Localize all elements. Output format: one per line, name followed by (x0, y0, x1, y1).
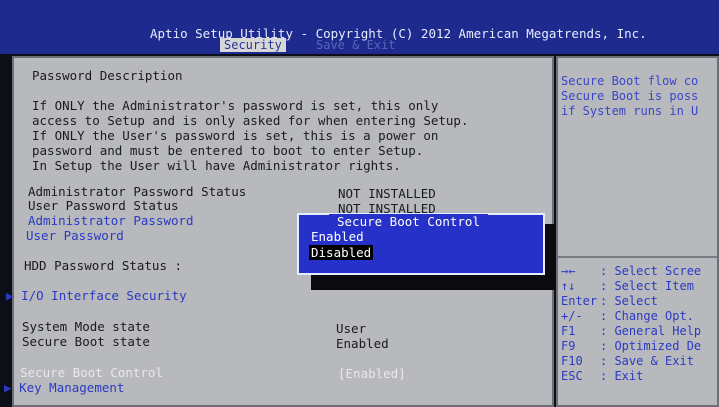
description-line: password and must be entered to boot to … (32, 143, 424, 158)
popup-option-disabled[interactable]: Disabled (309, 245, 374, 260)
io-interface-security-label: I/O Interface Security (21, 288, 187, 303)
key-f1: F1 (561, 324, 576, 338)
popup-option-enabled[interactable]: Enabled (311, 229, 364, 244)
admin-password-status-label: Administrator Password Status (28, 184, 247, 199)
tab-row: Security Save & Exit (0, 38, 719, 52)
key-screen-arrows: →← (561, 264, 576, 278)
secure-boot-control-label[interactable]: Secure Boot Control (20, 365, 163, 380)
secure-boot-state-label: Secure Boot state (22, 334, 150, 349)
user-password-status-label: User Password Status (28, 198, 179, 213)
help-panel: Secure Boot flow co Secure Boot is poss … (556, 56, 719, 407)
description-line: If ONLY the User's password is set, this… (32, 128, 439, 143)
key-f9: F9 (561, 339, 576, 353)
key-action: : Select (600, 294, 658, 308)
key-action: : General Help (600, 324, 702, 338)
help-description-line: Secure Boot is poss (561, 89, 699, 103)
submenu-arrow-icon: ▶ (6, 288, 14, 303)
key-action: : Change Opt. (600, 309, 694, 323)
key-plus-minus: +/- (561, 309, 583, 323)
key-item-arrows: ↑↓ (561, 279, 576, 293)
hdd-password-status-label: HDD Password Status : (24, 258, 183, 273)
key-f10: F10 (561, 354, 583, 368)
tab-security[interactable]: Security (220, 38, 286, 52)
key-enter: Enter (561, 294, 598, 308)
administrator-password-item[interactable]: Administrator Password (28, 213, 194, 228)
secure-boot-control-value[interactable]: [Enabled] (338, 366, 406, 381)
tab-save-exit[interactable]: Save & Exit (312, 38, 399, 52)
secure-boot-state-value: Enabled (336, 336, 389, 351)
help-description-line: if System runs in U (561, 104, 699, 118)
key-action: : Select Item (600, 279, 694, 293)
user-password-item[interactable]: User Password (26, 228, 124, 243)
description-line: access to Setup and is only asked for wh… (32, 113, 469, 128)
title-bar: Aptio Setup Utility - Copyright (C) 2012… (0, 0, 719, 54)
help-divider (558, 256, 717, 258)
key-action: : Optimized De (600, 339, 702, 353)
submenu-arrow-icon: ▶ (4, 380, 12, 395)
help-description-line: Secure Boot flow co (561, 74, 699, 88)
description-line: If ONLY the Administrator's password is … (32, 98, 439, 113)
key-management-label: Key Management (19, 380, 125, 395)
section-title: Password Description (32, 68, 183, 83)
key-esc: ESC (561, 369, 583, 383)
system-mode-state-label: System Mode state (22, 319, 150, 334)
secure-boot-control-popup: Secure Boot Control Enabled Disabled (297, 213, 545, 275)
key-action: : Exit (600, 369, 644, 383)
system-mode-state-value: User (336, 321, 367, 336)
popup-title: Secure Boot Control (329, 214, 488, 229)
key-action: : Save & Exit (600, 354, 694, 368)
io-interface-security-item[interactable]: ▶ I/O Interface Security (6, 288, 187, 303)
description-line: In Setup the User will have Administrato… (32, 158, 401, 173)
key-action: : Select Scree (600, 264, 702, 278)
admin-password-status-value: NOT INSTALLED (338, 186, 436, 201)
key-management-item[interactable]: ▶ Key Management (4, 380, 124, 395)
